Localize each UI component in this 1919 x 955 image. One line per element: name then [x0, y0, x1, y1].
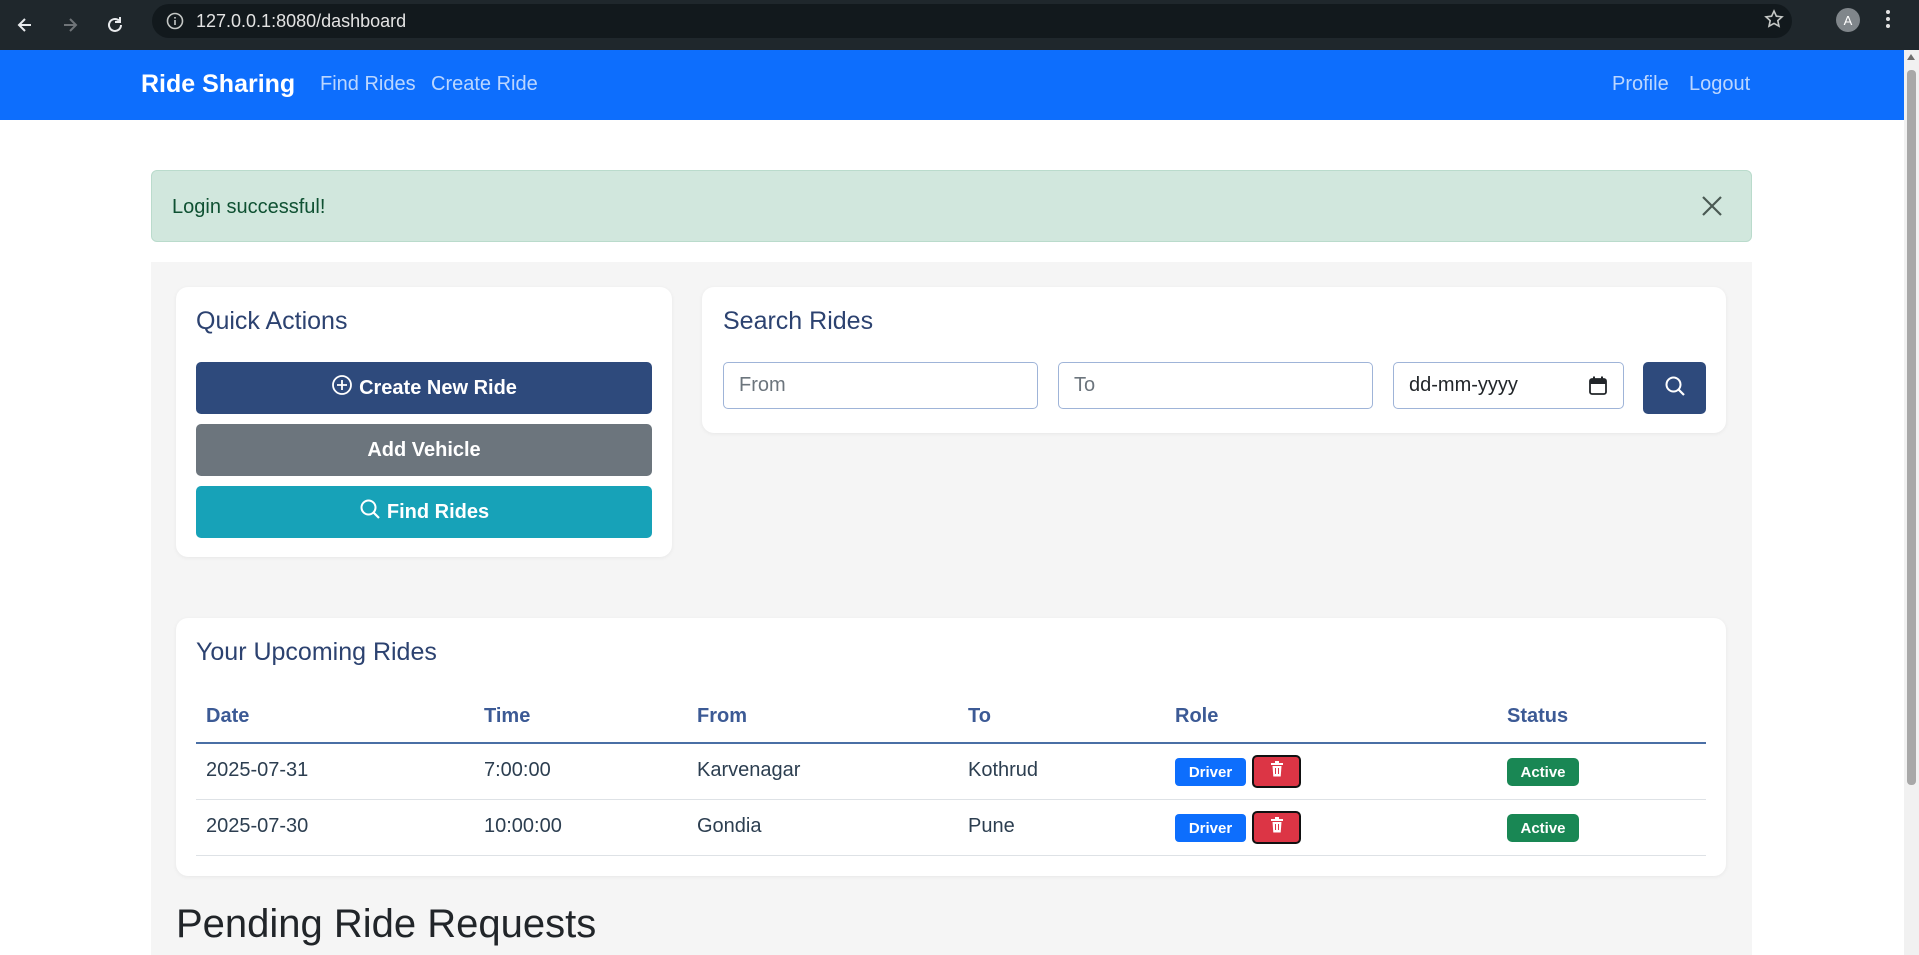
table-header-divider	[196, 742, 1706, 744]
from-placeholder: From	[739, 374, 786, 396]
alert-message: Login successful!	[172, 196, 326, 218]
row-divider	[196, 855, 1706, 856]
cell-time: 7:00:00	[484, 759, 551, 781]
bookmark-star-icon[interactable]	[1764, 8, 1784, 34]
cell-date: 2025-07-30	[206, 815, 309, 837]
from-input[interactable]: From	[723, 362, 1038, 409]
create-new-ride-button[interactable]: Create New Ride	[196, 362, 652, 414]
find-rides-label: Find Rides	[386, 500, 490, 523]
login-success-alert: Login successful!	[151, 170, 1752, 242]
url-text: 127.0.0.1:8080/dashboard	[196, 10, 407, 31]
header-from: From	[697, 705, 747, 727]
brand-link[interactable]: Ride Sharing	[141, 70, 295, 99]
browser-menu-icon[interactable]	[1885, 8, 1891, 35]
create-new-ride-label: Create New Ride	[359, 376, 517, 399]
calendar-icon[interactable]	[1589, 376, 1607, 402]
header-time: Time	[484, 705, 531, 727]
reload-icon[interactable]	[95, 5, 135, 45]
role-badge: Driver	[1175, 814, 1246, 842]
search-icon	[359, 498, 381, 526]
search-rides-title: Search Rides	[723, 307, 874, 335]
back-arrow-icon[interactable]	[5, 5, 45, 45]
cell-to: Kothrud	[968, 759, 1039, 781]
status-badge: Active	[1507, 814, 1579, 842]
search-submit-button[interactable]	[1643, 362, 1706, 414]
cell-from: Gondia	[697, 815, 762, 837]
row-divider	[196, 799, 1706, 800]
cell-date: 2025-07-31	[206, 759, 309, 781]
delete-ride-button[interactable]	[1252, 811, 1301, 844]
browser-toolbar: 127.0.0.1:8080/dashboard A	[0, 0, 1919, 50]
dashboard-main: Quick Actions Create New Ride Add Vehicl…	[151, 262, 1752, 955]
upcoming-rides-title: Your Upcoming Rides	[196, 638, 437, 666]
cell-to: Pune	[968, 815, 1015, 837]
upcoming-rides-card: Your Upcoming Rides Date Time From To Ro…	[176, 618, 1726, 876]
to-placeholder: To	[1074, 374, 1096, 396]
quick-actions-title: Quick Actions	[196, 307, 348, 335]
trash-icon	[1270, 761, 1284, 782]
scrollbar-thumb[interactable]	[1907, 70, 1916, 785]
add-vehicle-button[interactable]: Add Vehicle	[196, 424, 652, 476]
nav-find-rides[interactable]: Find Rides	[320, 73, 416, 96]
add-vehicle-label: Add Vehicle	[367, 438, 481, 461]
site-info-icon[interactable]	[158, 12, 192, 30]
header-status: Status	[1507, 705, 1569, 727]
nav-profile[interactable]: Profile	[1612, 73, 1669, 96]
forward-arrow-icon[interactable]	[50, 5, 90, 45]
top-navbar: Ride Sharing Find Rides Create Ride Prof…	[0, 50, 1904, 120]
delete-ride-button[interactable]	[1252, 755, 1301, 788]
scroll-up-arrow-icon[interactable]	[1907, 54, 1915, 60]
header-role: Role	[1175, 705, 1219, 727]
find-rides-button[interactable]: Find Rides	[196, 486, 652, 538]
date-input[interactable]: dd-mm-yyyy	[1393, 362, 1624, 409]
profile-avatar[interactable]: A	[1836, 8, 1860, 32]
trash-icon	[1270, 817, 1284, 838]
plus-circle-icon	[331, 374, 353, 402]
role-badge: Driver	[1175, 758, 1246, 786]
header-to: To	[968, 705, 991, 727]
address-bar[interactable]: 127.0.0.1:8080/dashboard	[152, 4, 1792, 38]
page-scrollbar[interactable]	[1904, 50, 1919, 955]
pending-requests-heading: Pending Ride Requests	[176, 902, 597, 946]
status-badge: Active	[1507, 758, 1579, 786]
quick-actions-card: Quick Actions Create New Ride Add Vehicl…	[176, 287, 672, 557]
date-value: dd-mm-yyyy	[1409, 374, 1518, 396]
cell-from: Karvenagar	[697, 759, 801, 781]
nav-logout[interactable]: Logout	[1689, 73, 1750, 96]
search-icon	[1664, 375, 1686, 402]
to-input[interactable]: To	[1058, 362, 1373, 409]
close-icon[interactable]	[1701, 195, 1723, 222]
cell-time: 10:00:00	[484, 815, 562, 837]
search-rides-card: Search Rides From To dd-mm-yyyy	[702, 287, 1726, 433]
header-date: Date	[206, 705, 250, 727]
nav-create-ride[interactable]: Create Ride	[431, 73, 538, 96]
